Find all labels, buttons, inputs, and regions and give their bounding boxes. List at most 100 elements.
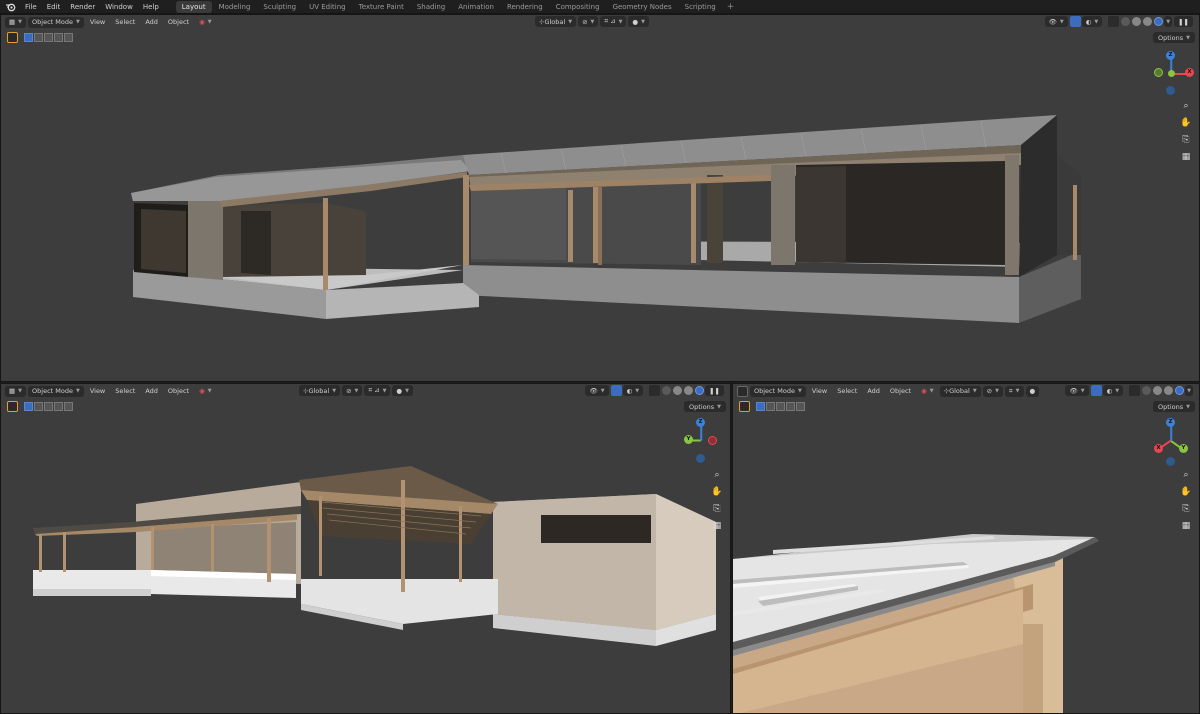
gizmo-y-icon[interactable]	[1168, 70, 1175, 77]
select-new-icon[interactable]	[24, 402, 33, 411]
tab-uv-editing[interactable]: UV Editing	[303, 1, 352, 13]
pause-icon[interactable]: ❚❚	[705, 385, 724, 396]
tab-rendering[interactable]: Rendering	[501, 1, 549, 13]
menu-add[interactable]: Add	[863, 386, 884, 397]
vis-icon[interactable]: ◉ ▼	[195, 17, 216, 28]
select-intersect-icon[interactable]	[64, 33, 73, 42]
active-tool-icon[interactable]	[7, 401, 18, 412]
menu-select[interactable]: Select	[833, 386, 861, 397]
pivot-dropdown[interactable]: ⊘ ▼	[982, 385, 1003, 397]
material-shading-icon[interactable]	[1143, 17, 1153, 26]
gizmo-x-neg-icon[interactable]	[708, 436, 717, 445]
editor-type-button[interactable]: ▦ ▼	[5, 16, 27, 28]
select-new-icon[interactable]	[756, 402, 765, 411]
menu-render[interactable]: Render	[65, 0, 100, 14]
camera-icon[interactable]: ⎘	[1179, 133, 1193, 147]
select-subtract-icon[interactable]	[776, 402, 785, 411]
pivot-dropdown[interactable]: ⊘ ▼	[578, 16, 599, 27]
options-dropdown[interactable]: Options ▼	[1153, 401, 1195, 412]
solid-shading-icon[interactable]	[1132, 17, 1142, 26]
tab-animation[interactable]: Animation	[452, 1, 500, 13]
gizmo-toggle-icon[interactable]	[610, 385, 622, 396]
visibility-dropdown[interactable]: 👁 ▼	[1044, 16, 1068, 27]
select-extend-icon[interactable]	[34, 33, 43, 42]
material-shading-icon[interactable]	[1164, 386, 1174, 395]
tab-texture-paint[interactable]: Texture Paint	[353, 1, 410, 13]
grid-perspective-icon[interactable]: ▦	[1179, 519, 1193, 533]
tab-layout[interactable]: Layout	[175, 0, 212, 13]
wireframe-shading-icon[interactable]	[1142, 386, 1152, 395]
overlay-dropdown[interactable]: ◐ ▼	[1081, 16, 1103, 27]
zoom-icon[interactable]: ⌕	[1179, 99, 1193, 113]
navigation-gizmo[interactable]: Z X Y	[1149, 418, 1199, 468]
grid-perspective-icon[interactable]: ▦	[710, 519, 724, 533]
xray-icon[interactable]	[649, 385, 661, 396]
tab-shading[interactable]: Shading	[411, 1, 451, 13]
material-shading-icon[interactable]	[684, 386, 694, 395]
gizmo-y-icon[interactable]: Y	[1179, 444, 1188, 453]
orientation-dropdown[interactable]: ⊹ Global ▼	[535, 16, 577, 27]
snap-dropdown[interactable]: ⌗ ⊿ ▼	[364, 385, 391, 396]
xray-icon[interactable]	[1108, 16, 1120, 27]
active-tool-icon[interactable]	[739, 401, 750, 412]
navigation-gizmo[interactable]: Z Y	[679, 418, 729, 468]
wireframe-shading-icon[interactable]	[662, 386, 672, 395]
gizmo-z-icon[interactable]: Z	[1166, 418, 1175, 427]
tab-modeling[interactable]: Modeling	[213, 1, 257, 13]
viewport-bottom-left[interactable]: ▦ ▼ Object Mode ▼ View Select Add Object ◉…	[0, 383, 731, 714]
wireframe-shading-icon[interactable]	[1121, 17, 1131, 26]
camera-icon[interactable]: ⎘	[710, 502, 724, 516]
shading-dropdown[interactable]: ▼	[1185, 385, 1193, 396]
editor-type-icon[interactable]	[737, 385, 748, 397]
active-tool-icon[interactable]	[7, 32, 18, 43]
gizmo-x-icon[interactable]: X	[1185, 68, 1194, 77]
menu-edit[interactable]: Edit	[42, 0, 66, 14]
rendered-shading-icon[interactable]	[1154, 17, 1164, 26]
pause-icon[interactable]: ❚❚	[1174, 16, 1193, 27]
shading-dropdown[interactable]: ▼	[1164, 16, 1173, 27]
menu-add[interactable]: Add	[141, 17, 162, 28]
tab-scripting[interactable]: Scripting	[679, 1, 722, 13]
select-intersect-icon[interactable]	[64, 402, 73, 411]
zoom-icon[interactable]: ⌕	[1179, 468, 1193, 482]
solid-shading-icon[interactable]	[1153, 386, 1163, 395]
snap-dropdown[interactable]: ⌗ ▼	[1004, 385, 1024, 397]
menu-select[interactable]: Select	[111, 386, 139, 397]
xray-icon[interactable]	[1129, 385, 1141, 396]
add-workspace-button[interactable]: +	[723, 2, 739, 12]
hand-icon[interactable]: ✋	[710, 485, 724, 499]
gizmo-toggle-icon[interactable]	[1090, 385, 1102, 396]
menu-view[interactable]: View	[86, 17, 109, 28]
select-intersect-icon[interactable]	[796, 402, 805, 411]
proportional-dropdown[interactable]: ●	[1025, 385, 1040, 397]
orientation-dropdown[interactable]: ⊹ Global ▼	[299, 385, 341, 396]
menu-file[interactable]: File	[20, 0, 42, 14]
tab-sculpting[interactable]: Sculpting	[257, 1, 302, 13]
gizmo-y-neg-icon[interactable]	[1154, 68, 1163, 77]
options-dropdown[interactable]: Options ▼	[1153, 32, 1195, 43]
pivot-dropdown[interactable]: ⊘ ▼	[342, 385, 363, 396]
menu-object[interactable]: Object	[164, 17, 193, 28]
navigation-gizmo[interactable]: Z X	[1149, 51, 1199, 101]
proportional-dropdown[interactable]: ● ▼	[392, 385, 413, 396]
object-mode-dropdown[interactable]: Object Mode ▼	[750, 385, 806, 397]
zoom-icon[interactable]: ⌕	[710, 468, 724, 482]
tab-geometry-nodes[interactable]: Geometry Nodes	[607, 1, 678, 13]
menu-view[interactable]: View	[86, 386, 109, 397]
select-invert-icon[interactable]	[786, 402, 795, 411]
select-subtract-icon[interactable]	[44, 33, 53, 42]
gizmo-z-neg-icon[interactable]	[696, 454, 705, 463]
menu-add[interactable]: Add	[141, 386, 162, 397]
rendered-shading-icon[interactable]	[1175, 386, 1185, 395]
editor-type-button[interactable]: ▦ ▼	[5, 385, 27, 397]
proportional-dropdown[interactable]: ● ▼	[628, 16, 649, 27]
hand-icon[interactable]: ✋	[1179, 485, 1193, 499]
menu-select[interactable]: Select	[111, 17, 139, 28]
visibility-dropdown[interactable]: 👁 ▼	[1065, 385, 1089, 396]
menu-help[interactable]: Help	[138, 0, 164, 14]
vis-icon[interactable]: ◉ ▼	[917, 386, 938, 397]
gizmo-z-neg-icon[interactable]	[1166, 86, 1175, 95]
gizmo-z-neg-icon[interactable]	[1166, 457, 1175, 466]
options-dropdown[interactable]: Options ▼	[684, 401, 726, 412]
menu-window[interactable]: Window	[100, 0, 138, 14]
